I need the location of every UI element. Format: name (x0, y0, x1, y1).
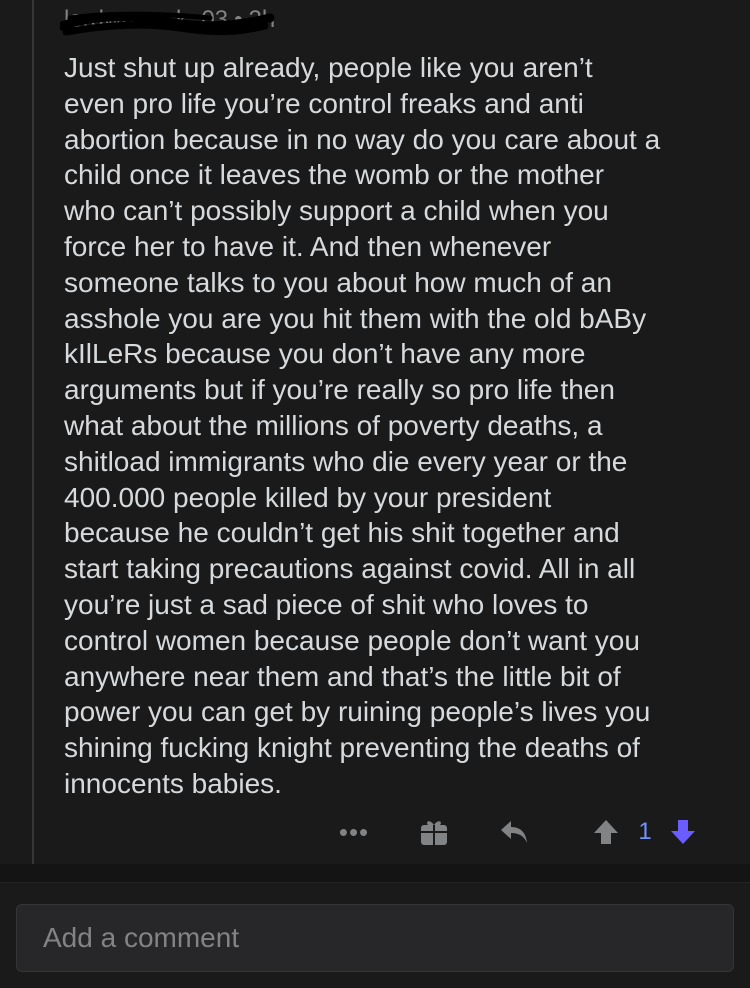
comment-author[interactable]: lordwarrock_03 (60, 6, 275, 36)
more-options-button[interactable]: ••• (338, 812, 370, 852)
add-comment-input[interactable] (16, 904, 734, 972)
more-icon: ••• (338, 816, 370, 847)
downvote-arrow-icon (671, 820, 695, 844)
reply-button[interactable] (494, 812, 534, 852)
comment-age: 2h (248, 6, 276, 33)
comment-meta: lordwarrock_03 • 2h (60, 4, 276, 36)
upvote-button[interactable] (588, 812, 624, 852)
vote-count: 1 (638, 818, 652, 845)
reply-icon (501, 821, 527, 843)
gift-icon (421, 821, 447, 845)
comment-thread: lordwarrock_03 • 2h Just shut up already… (0, 0, 750, 864)
award-button[interactable] (414, 812, 454, 852)
comment-composer-bar (0, 864, 750, 988)
comment-actions: ••• 1 (0, 812, 750, 852)
thread-indent-line[interactable] (32, 0, 34, 864)
upvote-arrow-icon (594, 820, 618, 844)
comment-author-name: lordwarrock_03 (64, 6, 229, 33)
comment-screen: lordwarrock_03 • 2h Just shut up already… (0, 0, 750, 988)
downvote-button[interactable] (664, 812, 702, 852)
meta-separator: • (234, 6, 243, 33)
comment-body: Just shut up already, people like you ar… (64, 52, 661, 799)
